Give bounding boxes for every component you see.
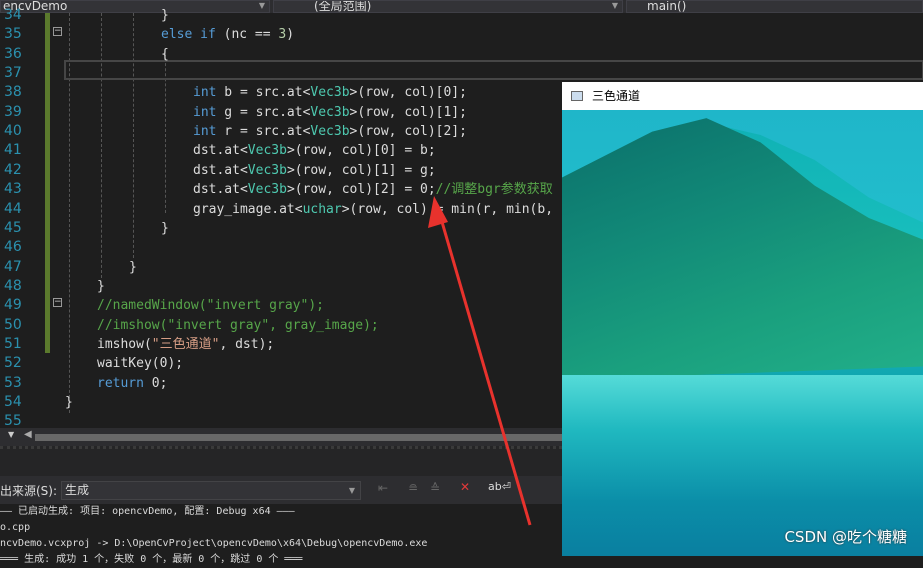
- arrow-head: [428, 196, 448, 228]
- annotation-arrow: [428, 196, 532, 526]
- arrow-shaft: [438, 214, 532, 526]
